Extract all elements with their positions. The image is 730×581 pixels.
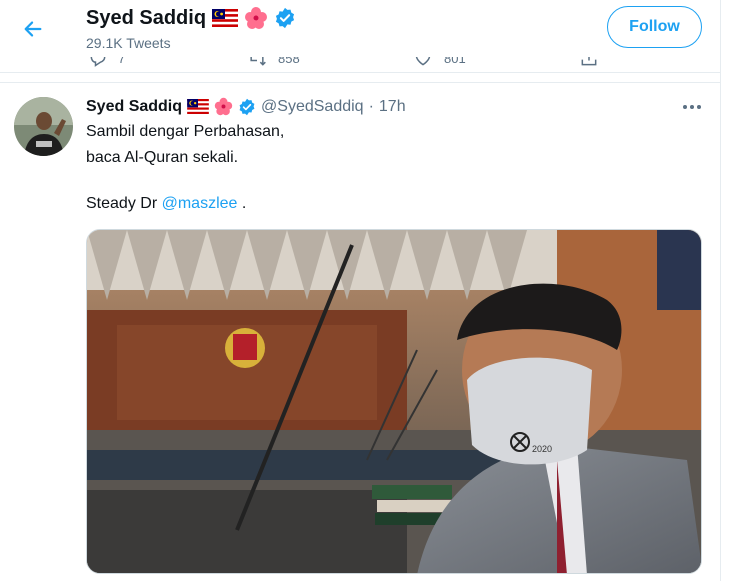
more-options-button[interactable] (681, 98, 703, 121)
tweet-photo-image: 2020 (87, 230, 701, 573)
tweet-count: 29.1K Tweets (86, 35, 171, 51)
back-button[interactable] (18, 14, 48, 44)
tweet-text-line-2: baca Al-Quran sekali. (86, 149, 239, 166)
profile-header: Syed Saddiq 29.1K Tweets Follow (0, 0, 720, 57)
tweet-timestamp[interactable]: 17h (379, 98, 406, 116)
tweet-text-prefix: Steady Dr (86, 195, 162, 212)
malaysia-flag-icon (212, 9, 239, 27)
arrow-left-icon (24, 21, 42, 37)
section-divider (0, 82, 720, 83)
avatar[interactable] (14, 97, 73, 156)
verified-badge-icon (275, 7, 295, 29)
tweet-photo[interactable]: 2020 (86, 229, 702, 574)
follow-button[interactable]: Follow (607, 6, 702, 48)
verified-badge-icon (239, 98, 255, 115)
tweet-text-line-3: Steady Dr @maszlee . (86, 193, 246, 215)
avatar-photo (14, 97, 73, 156)
more-dots-icon (683, 105, 701, 109)
tweet-author-name[interactable]: Syed Saddiq (86, 98, 182, 116)
timeline-column: 7 858 801 Syed Saddiq 29.1K Tweets Follo… (0, 0, 721, 581)
tweet-author-line: Syed Saddiq @SyedSaddiq · 17h (86, 97, 406, 116)
profile-name-text: Syed Saddiq (86, 6, 207, 29)
mask-print-text: 2020 (532, 444, 552, 454)
tweet-meta-separator: · (368, 97, 374, 115)
malaysia-flag-icon (187, 99, 209, 114)
hibiscus-icon (214, 97, 233, 116)
tweet-text-line-1: Sambil dengar Perbahasan, (86, 123, 285, 140)
tweet-text-suffix: . (237, 195, 247, 212)
tweet-author-handle[interactable]: @SyedSaddiq (261, 98, 364, 116)
hibiscus-icon (245, 7, 268, 29)
profile-name: Syed Saddiq (86, 6, 296, 30)
mention-link[interactable]: @maszlee (162, 195, 238, 212)
